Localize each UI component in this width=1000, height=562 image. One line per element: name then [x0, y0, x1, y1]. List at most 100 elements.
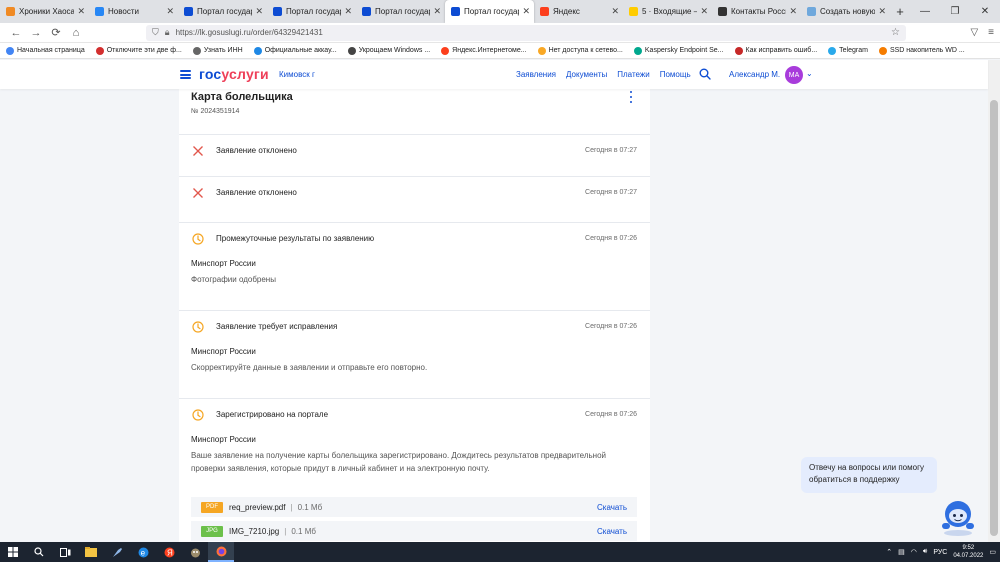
browser-tab[interactable]: Хроники Хаоса ✕	[0, 0, 89, 23]
menu-icon[interactable]: ≡	[988, 27, 994, 38]
browser-tab[interactable]: Портал государственных✕	[178, 0, 267, 23]
scrollbar-thumb[interactable]	[990, 100, 998, 536]
region-selector[interactable]: Кимовск г	[279, 70, 315, 79]
bookmark-item[interactable]: Яндекс.Интернетоме...	[441, 46, 527, 55]
file-size: 0.1 Мб	[297, 502, 323, 512]
bookmark-item[interactable]: Официальные аккау...	[253, 46, 337, 55]
firefox-icon[interactable]	[208, 542, 234, 562]
task-view-icon[interactable]	[52, 542, 78, 562]
browser-tab[interactable]: 5 · Входящие — Яндекс✕	[623, 0, 712, 23]
browser-tab[interactable]: Портал государственных✕	[356, 0, 445, 23]
close-tab-icon[interactable]: ✕	[77, 6, 85, 17]
close-tab-icon[interactable]: ✕	[166, 6, 174, 17]
browser-tab[interactable]: Портал государственных✕	[267, 0, 356, 23]
close-window-button[interactable]: ✕	[970, 6, 1000, 17]
wifi-icon[interactable]: ◠	[911, 548, 917, 556]
bookmark-favicon-icon	[537, 46, 546, 55]
gimp-icon[interactable]	[182, 542, 208, 562]
bookmark-item[interactable]: Нет доступа к сетево...	[537, 46, 623, 55]
bookmark-favicon-icon	[441, 46, 450, 55]
tab-title: Хроники Хаоса	[19, 7, 75, 16]
bookmark-label: Отключите эти две ф...	[106, 47, 182, 54]
nav-link[interactable]: Помощь	[660, 70, 691, 79]
gosuslugi-logo[interactable]: госуслуги	[199, 66, 269, 82]
bookmark-label: Укрощаем Windows ...	[358, 47, 431, 54]
bookmark-item[interactable]: Укрощаем Windows ...	[347, 46, 431, 55]
notifications-icon[interactable]: ▭	[989, 548, 996, 556]
tab-title: Новости	[108, 7, 139, 16]
volume-icon[interactable]: 🔊︎	[923, 548, 927, 556]
close-tab-icon[interactable]: ✕	[789, 6, 797, 17]
close-icon	[192, 187, 204, 199]
browser-tab[interactable]: Портал государственных✕	[445, 0, 534, 23]
user-name[interactable]: Александр М.	[729, 70, 780, 79]
chevron-up-icon[interactable]: ⌃	[886, 548, 892, 556]
browser-tab[interactable]: Новости ✕	[89, 0, 178, 23]
edge-icon[interactable]: e	[130, 542, 156, 562]
nav-link[interactable]: Заявления	[516, 70, 556, 79]
home-button[interactable]: ⌂	[66, 27, 86, 39]
close-tab-icon[interactable]: ✕	[700, 6, 708, 17]
forward-button[interactable]: →	[26, 27, 46, 39]
reload-button[interactable]: ⟳	[46, 26, 66, 39]
hamburger-menu-icon[interactable]	[180, 70, 191, 79]
network-icon[interactable]: ▤	[898, 548, 905, 556]
search-icon[interactable]	[699, 68, 711, 80]
pocket-icon[interactable]: ▽	[970, 27, 978, 38]
event-message: Скорректируйте данные в заявлении и отпр…	[191, 363, 428, 372]
support-bubble[interactable]: Отвечу на вопросы или помогу обратиться …	[801, 457, 937, 493]
support-robot-icon[interactable]	[936, 497, 978, 537]
paint-icon[interactable]	[104, 542, 130, 562]
browser-tab[interactable]: Создать новую запись✕	[801, 0, 890, 23]
download-link[interactable]: Скачать	[597, 527, 627, 536]
file-explorer-icon[interactable]	[78, 542, 104, 562]
bookmark-item[interactable]: SSD накопитель WD ...	[878, 46, 965, 55]
windows-start-icon[interactable]	[0, 542, 26, 562]
bookmark-item[interactable]: Telegram	[828, 46, 868, 55]
maximize-button[interactable]: ❐	[940, 6, 970, 17]
clock-icon	[192, 321, 204, 333]
download-link[interactable]: Скачать	[597, 503, 627, 512]
tab-title: Контакты Российской	[731, 7, 786, 16]
tab-title: Создать новую запись	[820, 7, 876, 16]
clock[interactable]: 9:52 04.07.2022	[953, 544, 983, 560]
bookmark-item[interactable]: Начальная страница	[6, 46, 85, 55]
bookmark-favicon-icon	[192, 46, 201, 55]
close-tab-icon[interactable]: ✕	[878, 6, 886, 17]
close-tab-icon[interactable]: ✕	[433, 6, 441, 17]
nav-link[interactable]: Платежи	[617, 70, 649, 79]
tab-title: 5 · Входящие — Яндекс	[642, 7, 697, 16]
nav-link[interactable]: Документы	[566, 70, 607, 79]
close-tab-icon[interactable]: ✕	[522, 6, 530, 17]
back-button[interactable]: ←	[6, 27, 26, 39]
browser-tab[interactable]: Яндекс ✕	[534, 0, 623, 23]
tab-favicon-icon	[807, 7, 816, 16]
chevron-down-icon[interactable]: ⌄	[806, 69, 813, 78]
new-tab-button[interactable]: +	[890, 0, 910, 23]
event-title: Заявление требует исправления	[216, 322, 338, 331]
bookmark-favicon-icon	[95, 46, 104, 55]
event-message: Ваше заявление на получение карты болель…	[191, 451, 607, 473]
close-tab-icon[interactable]: ✕	[344, 6, 352, 17]
browser-tab[interactable]: Контакты Российской✕	[712, 0, 801, 23]
bookmark-item[interactable]: Узнать ИНН	[192, 46, 243, 55]
bookmark-favicon-icon	[828, 46, 837, 55]
close-tab-icon[interactable]: ✕	[255, 6, 263, 17]
minimize-button[interactable]: —	[910, 6, 940, 17]
close-icon	[192, 145, 204, 157]
event-organization: Минспорт России	[191, 435, 256, 444]
address-bar[interactable]: ⛉ 🔒︎ https://lk.gosuslugi.ru/order/64329…	[146, 24, 906, 41]
bookmark-item[interactable]: Kaspersky Endpoint Se...	[633, 46, 724, 55]
tab-favicon-icon	[362, 7, 371, 16]
language-indicator[interactable]: РУС	[933, 549, 947, 556]
bookmark-item[interactable]: Отключите эти две ф...	[95, 46, 182, 55]
bookmark-item[interactable]: Как исправить ошиб...	[734, 46, 817, 55]
avatar[interactable]: МА	[785, 66, 803, 84]
bookmark-star-icon[interactable]: ☆	[891, 27, 900, 38]
more-options-icon[interactable]	[628, 91, 634, 103]
yandex-browser-icon[interactable]: Я	[156, 542, 182, 562]
search-icon[interactable]	[26, 542, 52, 562]
tab-favicon-icon	[95, 7, 104, 16]
clock-date: 04.07.2022	[953, 553, 984, 559]
close-tab-icon[interactable]: ✕	[611, 6, 619, 17]
